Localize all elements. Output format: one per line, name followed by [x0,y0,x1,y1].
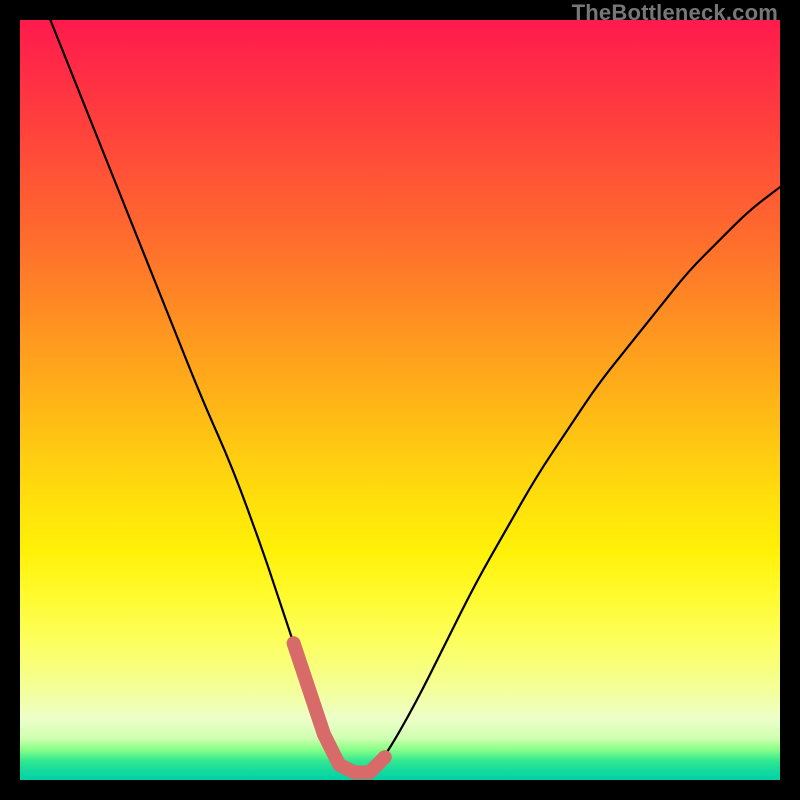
valley-highlight-path [294,643,385,772]
curve-svg [20,20,780,780]
chart-frame: TheBottleneck.com [0,0,800,800]
bottleneck-curve-path [50,20,780,772]
plot-area [20,20,780,780]
